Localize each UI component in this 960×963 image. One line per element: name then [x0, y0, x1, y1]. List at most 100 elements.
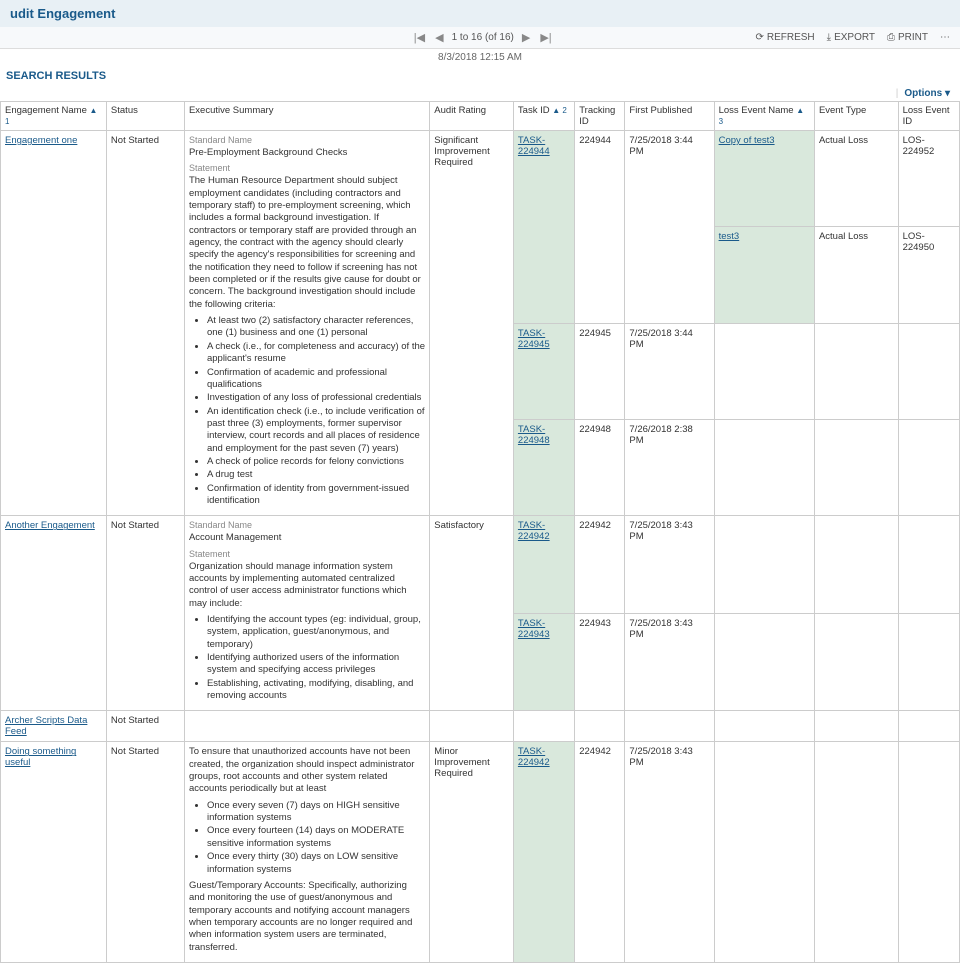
published-cell: 7/25/2018 3:43 PM	[625, 613, 714, 711]
tracking-cell: 224948	[575, 419, 625, 515]
table-row: Engagement oneNot StartedStandard NamePr…	[1, 131, 960, 227]
section-title: SEARCH RESULTS	[0, 66, 960, 86]
engagement-link[interactable]: Archer Scripts Data Feed	[5, 715, 87, 737]
col-lossname[interactable]: Loss Event Name ▲ 3	[714, 102, 814, 131]
task-link[interactable]: TASK-224945	[518, 328, 550, 350]
loss-name-cell	[714, 516, 814, 614]
loss-link[interactable]: Copy of test3	[719, 135, 775, 146]
task-cell: TASK-224942	[513, 516, 574, 614]
results-table: Engagement Name ▲ 1 Status Executive Sum…	[0, 101, 960, 963]
published-cell: 7/25/2018 3:44 PM	[625, 323, 714, 419]
event-type-cell: Actual Loss	[814, 227, 898, 323]
task-link[interactable]: TASK-224944	[518, 135, 550, 157]
engagement-link[interactable]: Engagement one	[5, 135, 77, 146]
table-row: Archer Scripts Data Feed Not Started	[1, 711, 960, 742]
refresh-icon: ⟳	[755, 32, 763, 43]
event-id-cell	[898, 516, 959, 614]
event-id-cell: LOS-224952	[898, 131, 959, 227]
rating-cell: Significant Improvement Required	[430, 131, 514, 516]
col-summary[interactable]: Executive Summary	[184, 102, 429, 131]
summary-cell	[184, 711, 429, 742]
pager-prev-icon[interactable]: ◀	[433, 31, 445, 44]
task-cell	[513, 711, 574, 742]
col-eventid[interactable]: Loss Event ID	[898, 102, 959, 131]
loss-name-cell	[714, 742, 814, 963]
table-header-row: Engagement Name ▲ 1 Status Executive Sum…	[1, 102, 960, 131]
event-id-cell	[898, 711, 959, 742]
task-cell: TASK-224944	[513, 131, 574, 324]
pager-first-icon[interactable]: |◀	[412, 31, 427, 44]
col-rating[interactable]: Audit Rating	[430, 102, 514, 131]
event-id-cell	[898, 419, 959, 515]
tracking-cell: 224945	[575, 323, 625, 419]
rating-cell	[430, 711, 514, 742]
col-tracking[interactable]: Tracking ID	[575, 102, 625, 131]
col-task[interactable]: Task ID ▲ 2	[513, 102, 574, 131]
task-link[interactable]: TASK-224942	[518, 520, 550, 542]
options-link[interactable]: Options ▾	[904, 88, 950, 99]
export-button[interactable]: ⤓EXPORT	[827, 32, 875, 43]
pager-range: 1 to 16 (of 16)	[452, 32, 514, 43]
toolbar: |◀ ◀ 1 to 16 (of 16) ▶ ▶| ⟳REFRESH ⤓EXPO…	[0, 27, 960, 49]
status-cell: Not Started	[106, 711, 184, 742]
event-type-cell	[814, 516, 898, 614]
task-cell: TASK-224948	[513, 419, 574, 515]
print-button[interactable]: ⎙PRINT	[887, 32, 928, 43]
published-cell: 7/25/2018 3:44 PM	[625, 131, 714, 324]
table-row: Doing something useful Not StartedTo ensu…	[1, 742, 960, 963]
export-icon: ⤓	[827, 32, 831, 43]
loss-name-cell: test3	[714, 227, 814, 323]
event-id-cell: LOS-224950	[898, 227, 959, 323]
tracking-cell	[575, 711, 625, 742]
task-link[interactable]: TASK-224943	[518, 618, 550, 640]
summary-cell: Standard NameAccount ManagementStatement…	[184, 516, 429, 711]
event-type-cell	[814, 419, 898, 515]
loss-link[interactable]: test3	[719, 231, 740, 242]
toolbar-actions: ⟳REFRESH ⤓EXPORT ⎙PRINT ⋯	[755, 32, 950, 43]
loss-name-cell	[714, 323, 814, 419]
pager: |◀ ◀ 1 to 16 (of 16) ▶ ▶|	[412, 31, 554, 44]
tracking-cell: 224943	[575, 613, 625, 711]
tracking-cell: 224942	[575, 742, 625, 963]
refresh-button[interactable]: ⟳REFRESH	[755, 32, 814, 43]
tracking-cell: 224942	[575, 516, 625, 614]
col-published[interactable]: First Published	[625, 102, 714, 131]
pager-last-icon[interactable]: ▶|	[538, 31, 553, 44]
event-type-cell	[814, 613, 898, 711]
task-cell: TASK-224945	[513, 323, 574, 419]
event-type-cell	[814, 711, 898, 742]
col-status[interactable]: Status	[106, 102, 184, 131]
loss-name-cell: Copy of test3	[714, 131, 814, 227]
pager-next-icon[interactable]: ▶	[520, 31, 532, 44]
loss-name-cell	[714, 419, 814, 515]
engagement-link[interactable]: Another Engagement	[5, 520, 95, 531]
task-cell: TASK-224942	[513, 742, 574, 963]
timestamp: 8/3/2018 12:15 AM	[0, 49, 960, 66]
task-link[interactable]: TASK-224942	[518, 746, 550, 768]
col-eventtype[interactable]: Event Type	[814, 102, 898, 131]
published-cell: 7/26/2018 2:38 PM	[625, 419, 714, 515]
published-cell: 7/25/2018 3:43 PM	[625, 516, 714, 614]
tracking-cell: 224944	[575, 131, 625, 324]
rating-cell: Satisfactory	[430, 516, 514, 711]
event-type-cell	[814, 742, 898, 963]
event-id-cell	[898, 742, 959, 963]
event-type-cell: Actual Loss	[814, 131, 898, 227]
event-id-cell	[898, 613, 959, 711]
published-cell	[625, 711, 714, 742]
published-cell: 7/25/2018 3:43 PM	[625, 742, 714, 963]
loss-name-cell	[714, 613, 814, 711]
more-icon[interactable]: ⋯	[940, 32, 950, 43]
col-engagement[interactable]: Engagement Name ▲ 1	[1, 102, 107, 131]
engagement-link[interactable]: Doing something useful	[5, 746, 76, 768]
status-cell: Not Started	[106, 131, 184, 516]
event-id-cell	[898, 323, 959, 419]
table-row: Another EngagementNot StartedStandard Na…	[1, 516, 960, 614]
event-type-cell	[814, 323, 898, 419]
task-link[interactable]: TASK-224948	[518, 424, 550, 446]
print-icon: ⎙	[887, 32, 895, 43]
summary-cell: To ensure that unauthorized accounts hav…	[184, 742, 429, 963]
status-cell: Not Started	[106, 742, 184, 963]
loss-name-cell	[714, 711, 814, 742]
summary-cell: Standard NamePre-Employment Background C…	[184, 131, 429, 516]
